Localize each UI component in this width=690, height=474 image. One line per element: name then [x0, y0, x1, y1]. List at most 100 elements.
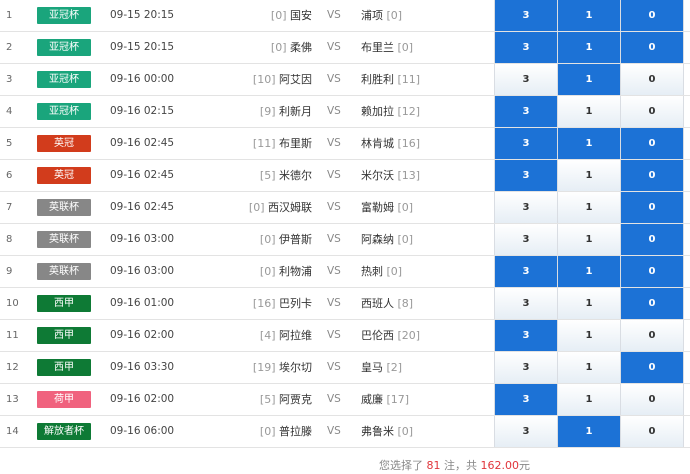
home-team: [0] 普拉滕	[162, 416, 312, 447]
option-win-button[interactable]: 3	[494, 0, 557, 31]
summary-unit: 元	[519, 459, 530, 472]
option-loss-button[interactable]: 0	[620, 32, 684, 63]
option-draw-button[interactable]: 1	[557, 352, 620, 383]
option-loss-button[interactable]: 0	[620, 160, 684, 191]
away-rank: [17]	[386, 393, 410, 406]
away-team: 弗鲁米 [0]	[361, 416, 501, 447]
option-draw-button[interactable]: 1	[557, 96, 620, 127]
away-team-name: 浦项	[361, 9, 383, 22]
option-draw-button[interactable]: 1	[557, 416, 620, 447]
home-rank: [5]	[259, 393, 276, 406]
away-team: 阿森纳 [0]	[361, 224, 501, 255]
option-loss-button[interactable]: 0	[620, 128, 684, 159]
option-loss-button[interactable]: 0	[620, 416, 684, 447]
match-row: 12 西甲 09-16 03:30 [19] 埃尔切 VS 皇马 [2] 3 1 0	[0, 352, 690, 384]
option-win-button[interactable]: 3	[494, 352, 557, 383]
vs-label: VS	[327, 425, 341, 437]
away-rank: [0]	[397, 41, 414, 54]
home-rank: [0]	[259, 233, 276, 246]
away-team: 热刺 [0]	[361, 256, 501, 287]
option-win-button[interactable]: 3	[494, 96, 557, 127]
option-draw-button[interactable]: 1	[557, 160, 620, 191]
home-team-name: 巴列卡	[279, 297, 312, 310]
home-team: [10] 阿艾因	[162, 64, 312, 95]
option-draw-button[interactable]: 1	[557, 288, 620, 319]
vs-label: VS	[327, 73, 341, 85]
option-loss-button[interactable]: 0	[620, 352, 684, 383]
home-team: [19] 埃尔切	[162, 352, 312, 383]
away-team: 米尔沃 [13]	[361, 160, 501, 191]
option-loss-button[interactable]: 0	[620, 320, 684, 351]
option-loss-button[interactable]: 0	[620, 384, 684, 415]
option-draw-button[interactable]: 1	[557, 64, 620, 95]
match-row: 3 亚冠杯 09-16 00:00 [10] 阿艾因 VS 利胜利 [11] 3 1 0	[0, 64, 690, 96]
option-draw-button[interactable]: 1	[557, 320, 620, 351]
match-index: 13	[6, 394, 19, 405]
match-row: 2 亚冠杯 09-15 20:15 [0] 柔佛 VS 布里兰 [0] 3 1 0	[0, 32, 690, 64]
match-index: 2	[6, 42, 13, 53]
option-draw-button[interactable]: 1	[557, 384, 620, 415]
option-win-button[interactable]: 3	[494, 288, 557, 319]
option-loss-button[interactable]: 0	[620, 0, 684, 31]
league-badge: 亚冠杯	[37, 103, 91, 120]
option-draw-button[interactable]: 1	[557, 128, 620, 159]
home-team: [5] 米德尔	[162, 160, 312, 191]
option-draw-button[interactable]: 1	[557, 32, 620, 63]
option-win-button[interactable]: 3	[494, 256, 557, 287]
home-team-name: 西汉姆联	[268, 201, 312, 214]
away-team: 浦项 [0]	[361, 0, 501, 31]
match-row: 8 英联杯 09-16 03:00 [0] 伊普斯 VS 阿森纳 [0] 3 1 0	[0, 224, 690, 256]
home-team: [16] 巴列卡	[162, 288, 312, 319]
home-rank: [0]	[259, 265, 276, 278]
summary-prefix: 您选择了	[379, 459, 423, 472]
option-win-button[interactable]: 3	[494, 384, 557, 415]
match-index: 14	[6, 426, 19, 437]
home-team: [0] 柔佛	[162, 32, 312, 63]
match-index: 6	[6, 170, 13, 181]
option-win-button[interactable]: 3	[494, 224, 557, 255]
league-badge: 解放者杯	[37, 423, 91, 440]
match-index: 11	[6, 330, 19, 341]
league-badge: 西甲	[37, 359, 91, 376]
away-team-name: 皇马	[361, 361, 383, 374]
option-win-button[interactable]: 3	[494, 128, 557, 159]
away-team: 林肯城 [16]	[361, 128, 501, 159]
option-loss-button[interactable]: 0	[620, 64, 684, 95]
option-win-button[interactable]: 3	[494, 64, 557, 95]
vs-label: VS	[327, 329, 341, 341]
option-win-button[interactable]: 3	[494, 160, 557, 191]
vs-label: VS	[327, 169, 341, 181]
away-team-name: 威廉	[361, 393, 383, 406]
away-team-name: 米尔沃	[361, 169, 394, 182]
option-loss-button[interactable]: 0	[620, 224, 684, 255]
option-win-button[interactable]: 3	[494, 192, 557, 223]
option-draw-button[interactable]: 1	[557, 192, 620, 223]
home-rank: [11]	[252, 137, 276, 150]
vs-label: VS	[327, 361, 341, 373]
option-win-button[interactable]: 3	[494, 320, 557, 351]
home-rank: [16]	[252, 297, 276, 310]
option-loss-button[interactable]: 0	[620, 96, 684, 127]
home-team-name: 利物浦	[279, 265, 312, 278]
option-win-button[interactable]: 3	[494, 32, 557, 63]
option-draw-button[interactable]: 1	[557, 224, 620, 255]
home-rank: [10]	[252, 73, 276, 86]
league-badge: 亚冠杯	[37, 71, 91, 88]
option-draw-button[interactable]: 1	[557, 256, 620, 287]
home-rank: [4]	[259, 329, 276, 342]
home-rank: [0]	[248, 201, 265, 214]
away-team: 皇马 [2]	[361, 352, 501, 383]
option-loss-button[interactable]: 0	[620, 192, 684, 223]
away-team: 巴伦西 [20]	[361, 320, 501, 351]
option-win-button[interactable]: 3	[494, 416, 557, 447]
option-draw-button[interactable]: 1	[557, 0, 620, 31]
away-team-name: 利胜利	[361, 73, 394, 86]
away-rank: [0]	[397, 425, 414, 438]
summary-count: 81	[426, 459, 441, 472]
option-loss-button[interactable]: 0	[620, 288, 684, 319]
match-row: 14 解放者杯 09-16 06:00 [0] 普拉滕 VS 弗鲁米 [0] 3 1 0	[0, 416, 690, 448]
match-index: 3	[6, 74, 13, 85]
home-rank: [9]	[259, 105, 276, 118]
vs-label: VS	[327, 297, 341, 309]
option-loss-button[interactable]: 0	[620, 256, 684, 287]
